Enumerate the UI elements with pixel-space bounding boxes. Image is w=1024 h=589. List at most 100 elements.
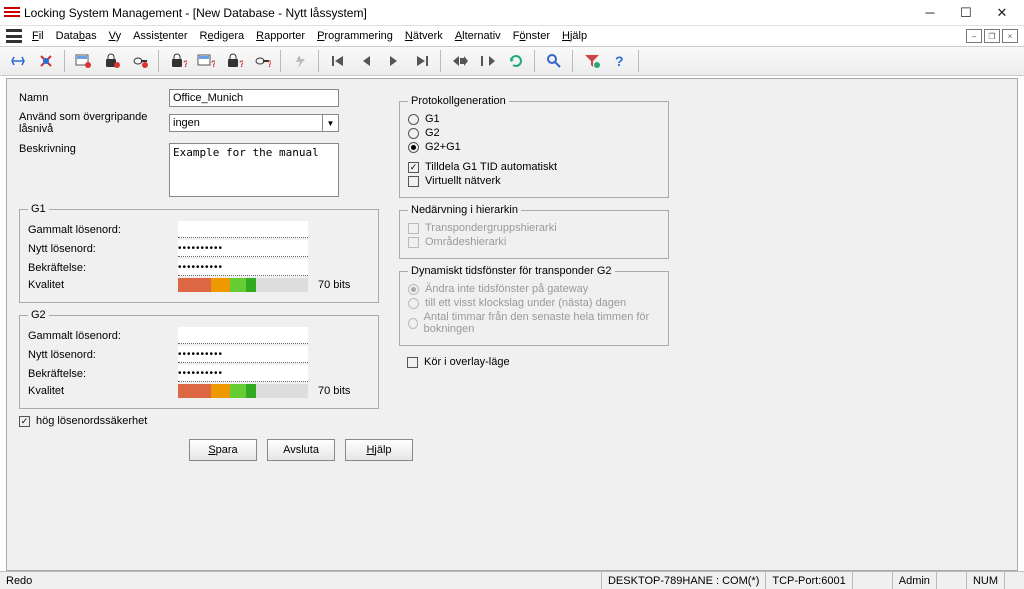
nav-prev-icon[interactable] [353,49,379,73]
tool-icon-1[interactable] [5,49,31,73]
name-input[interactable] [169,89,339,107]
tool-icon-9[interactable]: ? [249,49,275,73]
menu-alternativ[interactable]: Alternativ [455,30,501,42]
menu-vy[interactable]: Vy [109,30,121,42]
mdi-minimize[interactable]: – [966,29,982,43]
minimize-button[interactable]: ─ [912,1,948,25]
auto-tid-checkbox[interactable]: ✓ [408,162,419,173]
mdi-restore[interactable]: ❐ [984,29,1000,43]
status-blank2 [936,572,966,589]
g2-quality-label: Kvalitet [28,385,178,397]
nav-last-icon[interactable] [409,49,435,73]
window-title: Locking System Management - [New Databas… [24,6,912,20]
g1-new-label: Nytt lösenord: [28,243,178,255]
level-dropdown[interactable]: ingen ▼ [169,114,339,132]
g1-confirm-input[interactable] [178,259,308,276]
tool-icon-6[interactable]: ? [165,49,191,73]
dyn-radio-1 [408,284,419,295]
mdi-close[interactable]: × [1002,29,1018,43]
status-port: TCP-Port:6001 [765,572,851,589]
maximize-button[interactable]: ☐ [948,1,984,25]
menu-fil[interactable]: Fil [32,30,44,42]
tool-icon-2[interactable] [33,49,59,73]
radio-g1[interactable] [408,114,419,125]
g2-confirm-label: Bekräftelse: [28,368,178,380]
radio-g2g1[interactable] [408,142,419,153]
protocol-fieldset: Protokollgeneration G1 G2 G2+G1 ✓Tilldel… [399,95,669,198]
menu-programmering[interactable]: Programmering [317,30,393,42]
filter-icon[interactable] [579,49,605,73]
statusbar: Redo DESKTOP-789HANE : COM(*) TCP-Port:6… [0,571,1024,589]
oh-checkbox [408,237,419,248]
radio-g2g1-label: G2+G1 [425,141,461,153]
menu-databas[interactable]: Databas [56,30,97,42]
virtual-net-label: Virtuellt nätverk [425,175,501,187]
g1-new-input[interactable] [178,240,308,257]
level-value: ingen [173,117,200,129]
g2-old-input[interactable] [178,327,308,344]
menu-rapporter[interactable]: Rapporter [256,30,305,42]
name-label: Namn [19,92,169,104]
g1-old-label: Gammalt lösenord: [28,224,178,236]
menu-assistenter[interactable]: Assistenter [133,30,187,42]
exit-button[interactable]: Avsluta [267,439,335,461]
svg-text:?: ? [239,59,243,69]
search-icon[interactable] [541,49,567,73]
dyn-radio-2 [408,298,419,309]
g2-confirm-input[interactable] [178,365,308,382]
refresh-icon[interactable] [503,49,529,73]
g2-new-label: Nytt lösenord: [28,349,178,361]
virtual-net-checkbox[interactable] [408,176,419,187]
tool-icon-3[interactable] [71,49,97,73]
tool-icon-8[interactable]: ? [221,49,247,73]
help-button[interactable]: Hjälp [345,439,413,461]
auto-tid-label: Tilldela G1 TID automatiskt [425,161,557,173]
radio-g2[interactable] [408,128,419,139]
status-admin: Admin [892,572,936,589]
high-security-checkbox[interactable]: ✓ [19,416,30,427]
menu-fonster[interactable]: Fönster [513,30,550,42]
g2-quality-bar [178,384,308,398]
inheritance-fieldset: Nedärvning i hierarkin Transpondergrupps… [399,204,669,259]
dyn-radio-3 [408,318,418,329]
description-input[interactable] [169,143,339,197]
titlebar: Locking System Management - [New Databas… [0,0,1024,26]
close-button[interactable]: ✕ [984,1,1020,25]
main-panel: Namn Använd som övergripande låsnivå ing… [6,78,1018,571]
overlay-label: Kör i overlay-läge [424,356,510,368]
g2-new-input[interactable] [178,346,308,363]
tool-flash-icon[interactable] [287,49,313,73]
nav-first-icon[interactable] [325,49,351,73]
nav-next-icon[interactable] [381,49,407,73]
svg-text:?: ? [615,53,624,69]
g1-fieldset: G1 Gammalt lösenord: Nytt lösenord: Bekr… [19,203,379,303]
protocol-legend: Protokollgeneration [408,95,509,107]
g2-fieldset: G2 Gammalt lösenord: Nytt lösenord: Bekr… [19,309,379,409]
chevron-down-icon: ▼ [322,115,338,131]
dyn2-label: till ett visst klockslag under (nästa) d… [425,297,626,309]
g2-bits: 70 bits [318,385,350,397]
status-blank1 [852,572,892,589]
save-button[interactable]: Spara [189,439,257,461]
menu-app-icon [6,29,22,43]
menu-redigera[interactable]: Redigera [199,30,244,42]
g1-old-input[interactable] [178,221,308,238]
dyn3-label: Antal timmar från den senaste hela timme… [424,311,660,335]
description-label: Beskrivning [19,143,169,155]
menu-natverk[interactable]: Nätverk [405,30,443,42]
svg-text:?: ? [183,59,187,69]
tool-icon-4[interactable] [99,49,125,73]
help-icon[interactable]: ? [607,49,633,73]
level-label: Använd som övergripande låsnivå [19,111,169,135]
g1-quality-bar [178,278,308,292]
nav-skip-next-icon[interactable] [475,49,501,73]
tool-icon-5[interactable] [127,49,153,73]
nav-skip-prev-icon[interactable] [447,49,473,73]
menu-hjalp[interactable]: Hjälp [562,30,587,42]
overlay-checkbox[interactable] [407,357,418,368]
radio-g2-label: G2 [425,127,440,139]
svg-text:?: ? [267,59,271,69]
svg-text:?: ? [211,59,215,69]
status-ready: Redo [0,572,38,589]
tool-icon-7[interactable]: ? [193,49,219,73]
